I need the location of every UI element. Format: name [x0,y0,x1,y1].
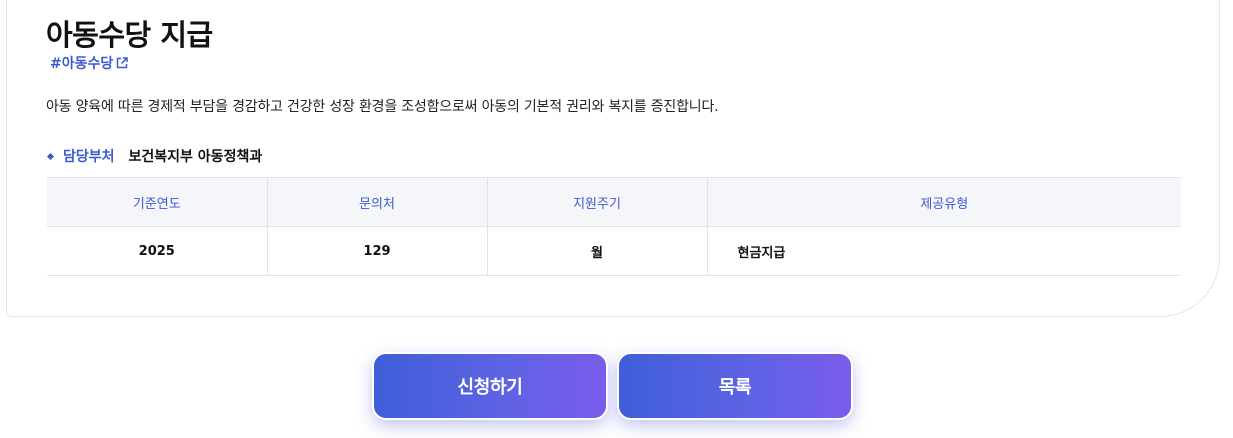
column-header-contact: 문의처 [266,177,487,227]
hashtag-link[interactable]: #아동수당 [50,53,129,73]
cell-cycle: 월 [486,226,707,276]
hashtag-label: #아동수당 [50,56,114,72]
bullet-diamond-icon [46,152,55,160]
table-row: 2025 129 월 현금지급 [47,226,1181,276]
column-header-type: 제공유형 [706,177,1181,227]
department-label: 담당부처 [63,149,115,165]
department-value: 보건복지부 아동정책과 [128,149,263,165]
external-link-icon [116,57,129,69]
column-header-year: 기준연도 [47,177,267,227]
list-button[interactable]: 목록 [617,352,853,420]
department-row: 담당부처 보건복지부 아동정책과 [46,146,263,166]
page-title: 아동수당 지급 [46,18,213,52]
table-header-row: 기준연도 문의처 지원주기 제공유형 [47,177,1181,227]
cell-contact: 129 [266,226,487,276]
column-header-cycle: 지원주기 [486,177,707,227]
benefit-description: 아동 양육에 따른 경제적 부담을 경감하고 건강한 성장 환경을 조성함으로써… [46,99,719,115]
benefit-info-table: 기준연도 문의처 지원주기 제공유형 2025 129 월 현금지급 [47,177,1181,276]
cell-type: 현금지급 [706,226,1181,276]
cell-year: 2025 [47,226,267,276]
apply-button[interactable]: 신청하기 [372,352,608,420]
